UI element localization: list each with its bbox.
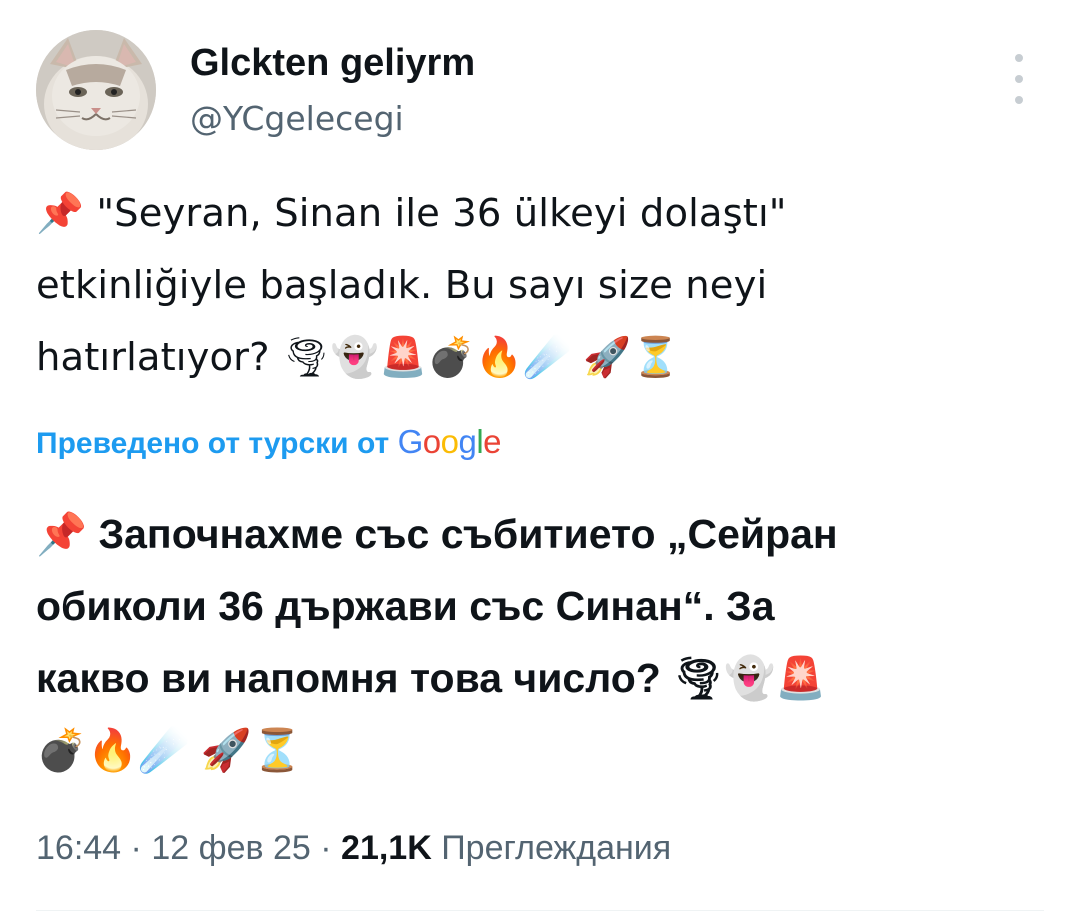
author-handle[interactable]: @YCgelecegi — [190, 98, 404, 140]
translated-tweet-text: 📌 Започнахме със събитието „Сейран обико… — [36, 511, 838, 773]
google-logo: Google — [397, 423, 502, 460]
tweet-meta: 16:44 · 12 фев 25 · 21,1K Преглеждания — [36, 825, 671, 871]
meta-separator: · — [130, 829, 142, 867]
more-dot — [1015, 75, 1023, 83]
more-vertical-icon[interactable] — [1002, 54, 1036, 104]
avatar[interactable] — [36, 30, 156, 150]
author-display-name[interactable]: Glckten geliyrm — [190, 40, 475, 86]
translation-attribution[interactable]: Преведено от турски от Google — [36, 420, 502, 466]
views-label[interactable]: Преглеждания — [441, 829, 671, 867]
meta-separator: · — [320, 829, 332, 867]
translation-label: Преведено от турски от — [36, 427, 390, 460]
more-dot — [1015, 54, 1023, 62]
cat-avatar-icon — [36, 30, 156, 150]
more-dot — [1015, 96, 1023, 104]
divider — [36, 910, 1044, 911]
tweet-text: 📌 "Seyran, Sinan ile 36 ülkeyi dolaştı" … — [36, 191, 787, 380]
tweet-time[interactable]: 16:44 — [36, 829, 121, 867]
tweet-date[interactable]: 12 фев 25 — [151, 829, 310, 867]
views-count[interactable]: 21,1K — [341, 829, 432, 867]
